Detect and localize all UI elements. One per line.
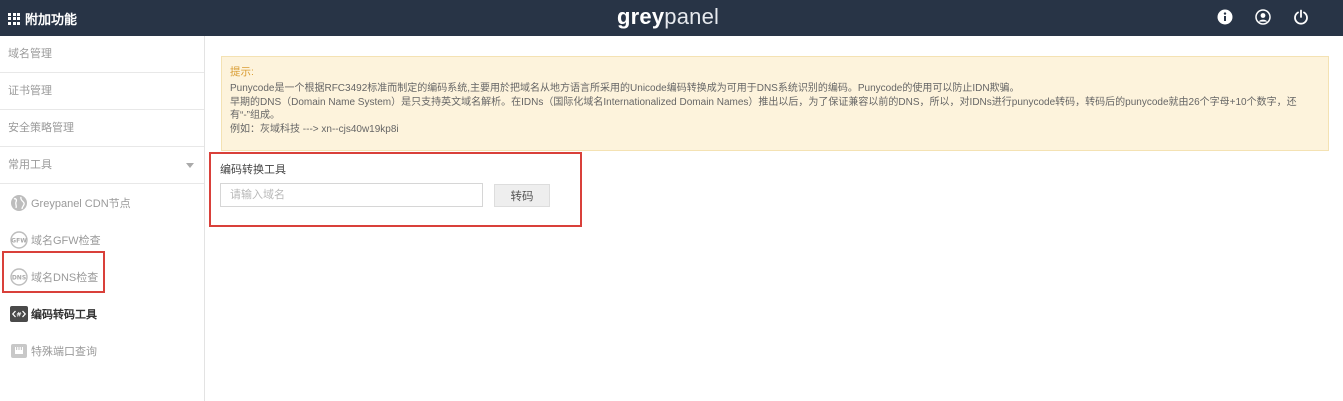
notice-line-2: 早期的DNS（Domain Name System）是只支持英文域名解析。在ID… bbox=[230, 96, 1297, 122]
sidebar-item-certificate-management[interactable]: 证书管理 bbox=[0, 73, 204, 110]
logo-bold-text: grey bbox=[617, 4, 665, 29]
sidebar-subitem-encoding-tool[interactable]: # 编码转码工具 bbox=[0, 295, 204, 332]
convert-button[interactable]: 转码 bbox=[494, 184, 550, 207]
notice-line-3: 例如：灰域科技 ---> xn--cjs40w19kp8i bbox=[230, 124, 399, 136]
sidebar-subitem-dns-check[interactable]: DNS 域名DNS检查 bbox=[0, 258, 204, 295]
sidebar-item-domain-management[interactable]: 域名管理 bbox=[0, 36, 204, 73]
svg-text:#: # bbox=[16, 310, 21, 318]
chevron-down-icon bbox=[186, 163, 194, 168]
logo-light-text: panel bbox=[664, 4, 720, 29]
globe-icon bbox=[11, 194, 27, 211]
sidebar-subitem-gfw-check[interactable]: GFW 域名GFW检查 bbox=[0, 221, 204, 258]
notice-title: 提示: bbox=[230, 66, 254, 78]
svg-text:GFW: GFW bbox=[11, 237, 27, 244]
app-menu-button[interactable]: 附加功能 bbox=[8, 9, 77, 28]
sidebar-subitem-label: 域名GFW检查 bbox=[31, 234, 101, 247]
gfw-icon: GFW bbox=[10, 230, 28, 249]
sidebar-subitem-label: 域名DNS检查 bbox=[31, 271, 99, 284]
tool-title: 编码转换工具 bbox=[220, 164, 286, 176]
top-bar: 附加功能 greypanel bbox=[0, 0, 1343, 36]
sidebar-item-label: 常用工具 bbox=[8, 159, 52, 171]
notice-panel: 提示: Punycode是一个根据RFC3492标准而制定的编码系统,主要用於把… bbox=[221, 56, 1329, 151]
sidebar-item-label: 域名管理 bbox=[8, 48, 52, 60]
user-icon[interactable] bbox=[1255, 9, 1271, 25]
power-icon[interactable] bbox=[1293, 9, 1309, 25]
port-icon bbox=[11, 343, 27, 358]
sidebar-subitem-label: Greypanel CDN节点 bbox=[31, 197, 131, 210]
code-icon: # bbox=[10, 305, 28, 322]
app-menu-label: 附加功能 bbox=[25, 12, 78, 27]
dns-icon: DNS bbox=[10, 267, 28, 286]
notice-line-1: Punycode是一个根据RFC3492标准而制定的编码系统,主要用於把域名从地… bbox=[230, 82, 1020, 94]
greypanel-logo[interactable]: greypanel bbox=[617, 4, 719, 30]
sidebar-item-label: 安全策略管理 bbox=[8, 122, 74, 134]
sidebar-subitem-cdn-nodes[interactable]: Greypanel CDN节点 bbox=[0, 184, 204, 221]
sidebar-subitem-label: 编码转码工具 bbox=[31, 308, 97, 321]
grid-menu-icon bbox=[8, 12, 20, 25]
domain-input[interactable] bbox=[220, 183, 483, 207]
sidebar-subitem-port-query[interactable]: 特殊端口查询 bbox=[0, 332, 204, 369]
sidebar-item-security-policy[interactable]: 安全策略管理 bbox=[0, 110, 204, 147]
sidebar-item-common-tools[interactable]: 常用工具 bbox=[0, 147, 204, 184]
info-icon[interactable] bbox=[1217, 9, 1233, 25]
sidebar-item-label: 证书管理 bbox=[8, 85, 52, 97]
svg-text:DNS: DNS bbox=[12, 274, 26, 281]
sidebar-subitem-label: 特殊端口查询 bbox=[31, 345, 97, 358]
sidebar: 域名管理 证书管理 安全策略管理 常用工具 Greypanel CDN节点 GF… bbox=[0, 36, 205, 401]
